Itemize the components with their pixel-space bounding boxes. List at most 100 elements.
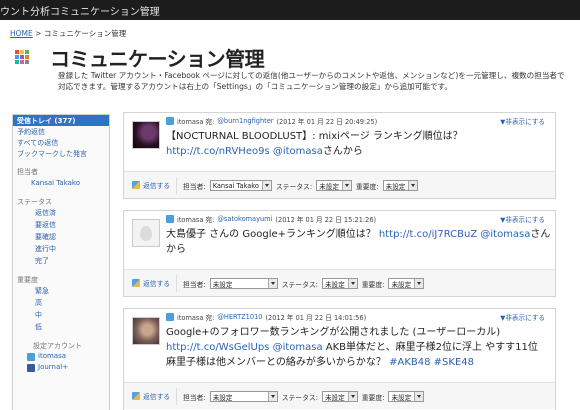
breadcrumb-current: コミュニケーション管理 <box>43 29 127 38</box>
status-select[interactable]: 未設定 <box>321 278 358 289</box>
message-body: 【NOCTURNAL BLOODLUST】: mixiページ ランキング順位は？… <box>166 129 551 159</box>
message-url-link[interactable]: http://t.co/nRVHeo9s <box>166 146 270 157</box>
reply-button[interactable]: 返信する <box>132 180 170 190</box>
nav-communication[interactable]: コミュニケーション管理 <box>50 3 160 18</box>
sidebar-item-inbox[interactable]: 受信トレイ (377) <box>13 115 109 126</box>
message-url-link[interactable]: http://t.co/WsGelUps <box>166 342 269 353</box>
sidebar-item-status-replied[interactable]: 返信済 <box>13 207 109 219</box>
message-meta: itomasa 宛: @HERTZ1010 (2012 年 01 月 22 日 … <box>166 312 366 322</box>
sidebar: 受信トレイ (377) 予約返信 すべての返信 ブックマークした発言 担当者 K… <box>12 114 110 410</box>
breadcrumb-home-link[interactable]: HOME <box>10 29 33 38</box>
sidebar-item-priority-high[interactable]: 高 <box>13 297 109 309</box>
hashtag-link[interactable]: #AKB48 <box>389 357 430 368</box>
sidebar-item-status-needs-check[interactable]: 要確認 <box>13 231 109 243</box>
select-value: 未設定 <box>319 182 339 191</box>
sidebar-item-status-done[interactable]: 完了 <box>13 255 109 267</box>
mention-link[interactable]: @itomasa <box>480 229 530 240</box>
priority-select[interactable]: 未設定 <box>388 278 425 289</box>
sidebar-account-itomasa[interactable]: itomasa <box>13 351 109 362</box>
recipient-label: itomasa 宛: <box>177 314 215 322</box>
sidebar-item-bookmarked[interactable]: ブックマークした発言 <box>13 148 109 159</box>
priority-label: 重要度: <box>361 393 385 402</box>
chevron-down-icon <box>261 181 271 190</box>
message-footer: 返信する 担当者: 未設定 ステータス: 未設定 重要度: 未設定 <box>124 269 555 296</box>
message-footer: 返信する 担当者: 未設定 ステータス: 未設定 重要度: 未設定 <box>124 382 555 409</box>
hashtag-link[interactable]: #SKE48 <box>434 357 474 368</box>
sender-handle-link[interactable]: @satokomayumi <box>217 215 272 223</box>
avatar[interactable] <box>132 121 160 149</box>
default-egg-icon <box>140 225 152 241</box>
chevron-down-icon <box>414 392 424 401</box>
message-timestamp: (2012 年 01 月 22 日 15:21:26) <box>275 216 377 224</box>
status-select[interactable]: 未設定 <box>316 180 352 191</box>
assignee-label: 担当者: <box>183 182 206 191</box>
reply-button[interactable]: 返信する <box>132 391 170 401</box>
avatar[interactable] <box>132 219 160 247</box>
sidebar-item-scheduled[interactable]: 予約返信 <box>13 126 109 137</box>
select-value: 未設定 <box>212 280 233 289</box>
sender-handle-link[interactable]: @HERTZ1010 <box>217 313 262 321</box>
communication-grid-icon <box>15 50 29 64</box>
message-url-link[interactable]: http://t.co/iJ7RCBuZ <box>379 229 477 240</box>
message-card: itomasa 宛: @burn1ngfighter (2012 年 01 月 … <box>123 112 556 199</box>
sidebar-item-priority-urgent[interactable]: 緊急 <box>13 285 109 297</box>
message-controls: 担当者: 未設定 ステータス: 未設定 重要度: 未設定 <box>176 388 425 405</box>
mention-link[interactable]: @itomasa <box>273 146 323 157</box>
select-value: 未設定 <box>391 393 412 402</box>
sidebar-item-status-in-progress[interactable]: 進行中 <box>13 243 109 255</box>
reply-button[interactable]: 返信する <box>132 278 170 288</box>
select-value: Kansai Takako <box>212 181 259 190</box>
sidebar-item-assignee[interactable]: Kansai Takako <box>13 177 109 189</box>
top-nav-bar: ウント分析 コミュニケーション管理 <box>0 0 580 20</box>
mention-link[interactable]: @itomasa <box>273 342 323 353</box>
sidebar-item-priority-low[interactable]: 低 <box>13 321 109 333</box>
nav-account-analysis[interactable]: ウント分析 <box>0 3 50 18</box>
select-value: 未設定 <box>212 393 233 402</box>
message-body: Google+のフォロワー数ランキングが公開されました (ユーザーローカル) h… <box>166 325 551 370</box>
recipient-label: itomasa 宛: <box>177 216 215 224</box>
assignee-select[interactable]: Kansai Takako <box>209 180 272 191</box>
chevron-down-icon <box>347 279 357 288</box>
status-select[interactable]: 未設定 <box>321 391 358 402</box>
priority-select[interactable]: 未設定 <box>382 180 419 191</box>
recipient-label: itomasa 宛: <box>177 118 215 126</box>
select-value: 未設定 <box>385 182 406 191</box>
status-label: ステータス: <box>281 280 318 289</box>
select-value: 未設定 <box>391 280 412 289</box>
page-description: 登録した Twitter アカウント・Facebook ページに対しての返信(他… <box>58 71 565 91</box>
breadcrumb: HOME > コミュニケーション管理 <box>10 28 126 39</box>
hide-message-link[interactable]: ▼非表示にする <box>500 214 545 224</box>
avatar[interactable] <box>132 317 160 345</box>
chevron-down-icon <box>347 392 357 401</box>
message-timestamp: (2012 年 01 月 22 日 14:01:56) <box>265 314 367 322</box>
breadcrumb-separator: > <box>35 29 42 38</box>
sidebar-item-status-needs-reply[interactable]: 要返信 <box>13 219 109 231</box>
sidebar-account-label: Journal+ <box>38 363 69 371</box>
twitter-icon <box>166 313 174 321</box>
twitter-icon <box>166 215 174 223</box>
sidebar-item-priority-medium[interactable]: 中 <box>13 309 109 321</box>
select-value: 未設定 <box>324 393 345 402</box>
message-controls: 担当者: 未設定 ステータス: 未設定 重要度: 未設定 <box>176 275 425 292</box>
sidebar-item-all-replies[interactable]: すべての返信 <box>13 137 109 148</box>
assignee-select[interactable]: 未設定 <box>209 278 278 289</box>
hide-message-link[interactable]: ▼非表示にする <box>500 116 545 126</box>
message-body: 大島優子 さんの Google+ランキング順位は？ http://t.co/iJ… <box>166 227 551 257</box>
pen-icon <box>132 181 140 189</box>
message-timestamp: (2012 年 01 月 22 日 20:49:25) <box>276 118 378 126</box>
select-value: 未設定 <box>324 280 345 289</box>
sender-handle-link[interactable]: @burn1ngfighter <box>217 117 273 125</box>
hide-message-link[interactable]: ▼非表示にする <box>500 312 545 322</box>
assignee-select[interactable]: 未設定 <box>209 391 278 402</box>
assignee-label: 担当者: <box>183 393 206 402</box>
message-text: Google+のフォロワー数ランキングが公開されました (ユーザーローカル) <box>166 327 501 338</box>
message-card: itomasa 宛: @HERTZ1010 (2012 年 01 月 22 日 … <box>123 308 556 410</box>
twitter-icon <box>166 117 174 125</box>
sidebar-account-journal[interactable]: Journal+ <box>13 362 109 373</box>
status-label: ステータス: <box>275 182 313 191</box>
sidebar-account-label: itomasa <box>38 352 67 360</box>
chevron-down-icon <box>341 181 351 190</box>
facebook-icon <box>27 363 35 372</box>
sidebar-assignee-heading: 担当者 <box>17 168 38 176</box>
priority-select[interactable]: 未設定 <box>388 391 425 402</box>
